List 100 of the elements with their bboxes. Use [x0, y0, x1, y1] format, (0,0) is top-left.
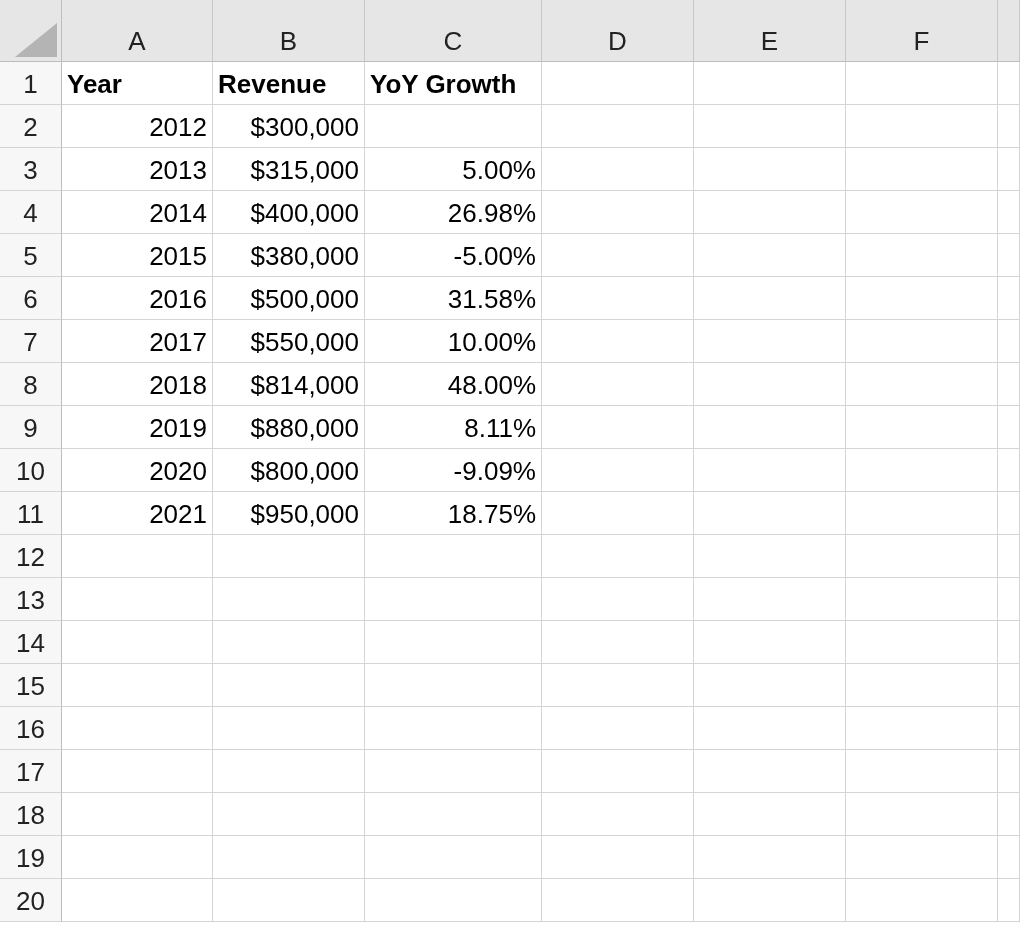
empty-cell[interactable]	[542, 578, 694, 621]
row-header[interactable]: 17	[0, 750, 62, 793]
empty-cell[interactable]	[694, 320, 846, 363]
empty-cell[interactable]	[213, 879, 365, 922]
empty-cell[interactable]	[694, 492, 846, 535]
empty-cell[interactable]	[213, 836, 365, 879]
row-header[interactable]: 8	[0, 363, 62, 406]
empty-cell[interactable]	[542, 879, 694, 922]
empty-cell[interactable]	[998, 836, 1020, 879]
column-header[interactable]: E	[694, 0, 846, 62]
empty-cell[interactable]	[694, 707, 846, 750]
empty-cell[interactable]	[846, 535, 998, 578]
row-header[interactable]: 10	[0, 449, 62, 492]
empty-cell[interactable]	[694, 836, 846, 879]
empty-cell[interactable]	[542, 707, 694, 750]
empty-cell[interactable]	[998, 105, 1020, 148]
empty-cell[interactable]	[694, 578, 846, 621]
empty-cell[interactable]	[998, 492, 1020, 535]
row-header[interactable]: 16	[0, 707, 62, 750]
empty-cell[interactable]	[694, 664, 846, 707]
column-header[interactable]: F	[846, 0, 998, 62]
empty-cell[interactable]	[542, 449, 694, 492]
empty-cell[interactable]	[542, 621, 694, 664]
row-header[interactable]: 14	[0, 621, 62, 664]
empty-cell[interactable]	[694, 234, 846, 277]
empty-cell[interactable]	[998, 664, 1020, 707]
empty-cell[interactable]	[998, 621, 1020, 664]
empty-cell[interactable]	[694, 277, 846, 320]
empty-cell[interactable]	[542, 320, 694, 363]
column-header[interactable]: A	[62, 0, 213, 62]
empty-cell[interactable]	[542, 406, 694, 449]
empty-cell[interactable]	[846, 406, 998, 449]
empty-cell[interactable]	[846, 363, 998, 406]
empty-cell[interactable]	[213, 750, 365, 793]
empty-cell[interactable]	[846, 836, 998, 879]
empty-cell[interactable]	[998, 707, 1020, 750]
column-header[interactable]: D	[542, 0, 694, 62]
empty-cell[interactable]	[998, 320, 1020, 363]
empty-cell[interactable]	[694, 621, 846, 664]
empty-cell[interactable]	[365, 664, 542, 707]
empty-cell[interactable]	[213, 621, 365, 664]
empty-cell[interactable]	[694, 62, 846, 105]
empty-cell[interactable]	[213, 578, 365, 621]
empty-cell[interactable]	[542, 105, 694, 148]
empty-cell[interactable]	[365, 578, 542, 621]
empty-cell[interactable]	[365, 621, 542, 664]
empty-cell[interactable]	[846, 105, 998, 148]
empty-cell[interactable]	[213, 535, 365, 578]
empty-cell[interactable]	[694, 535, 846, 578]
row-header[interactable]: 2	[0, 105, 62, 148]
empty-cell[interactable]	[998, 879, 1020, 922]
empty-cell[interactable]	[542, 535, 694, 578]
empty-cell[interactable]	[542, 277, 694, 320]
empty-cell[interactable]	[542, 664, 694, 707]
empty-cell[interactable]	[998, 191, 1020, 234]
empty-cell[interactable]	[213, 664, 365, 707]
row-header[interactable]: 20	[0, 879, 62, 922]
row-header[interactable]: 12	[0, 535, 62, 578]
empty-cell[interactable]	[542, 363, 694, 406]
empty-cell[interactable]	[846, 664, 998, 707]
row-header[interactable]: 4	[0, 191, 62, 234]
row-header[interactable]: 1	[0, 62, 62, 105]
empty-cell[interactable]	[365, 535, 542, 578]
empty-cell[interactable]	[694, 148, 846, 191]
column-header[interactable]: C	[365, 0, 542, 62]
empty-cell[interactable]	[694, 406, 846, 449]
row-header[interactable]: 5	[0, 234, 62, 277]
empty-cell[interactable]	[694, 363, 846, 406]
empty-cell[interactable]	[846, 578, 998, 621]
empty-cell[interactable]	[542, 836, 694, 879]
row-header[interactable]: 9	[0, 406, 62, 449]
empty-cell[interactable]	[694, 750, 846, 793]
empty-cell[interactable]	[998, 406, 1020, 449]
empty-cell[interactable]	[846, 621, 998, 664]
empty-cell[interactable]	[694, 793, 846, 836]
select-all-triangle-icon[interactable]	[15, 23, 57, 57]
empty-cell[interactable]	[846, 62, 998, 105]
column-header[interactable]: B	[213, 0, 365, 62]
row-header[interactable]: 6	[0, 277, 62, 320]
row-header[interactable]: 3	[0, 148, 62, 191]
empty-cell[interactable]	[365, 879, 542, 922]
empty-cell[interactable]	[365, 836, 542, 879]
empty-cell[interactable]	[998, 234, 1020, 277]
empty-cell[interactable]	[998, 363, 1020, 406]
empty-cell[interactable]	[694, 449, 846, 492]
empty-cell[interactable]	[998, 578, 1020, 621]
row-header[interactable]: 11	[0, 492, 62, 535]
empty-cell[interactable]	[542, 148, 694, 191]
empty-cell[interactable]	[542, 750, 694, 793]
empty-cell[interactable]	[846, 750, 998, 793]
empty-cell[interactable]	[846, 148, 998, 191]
empty-cell[interactable]	[846, 879, 998, 922]
empty-cell[interactable]	[998, 750, 1020, 793]
row-header[interactable]: 15	[0, 664, 62, 707]
empty-cell[interactable]	[846, 707, 998, 750]
empty-cell[interactable]	[365, 750, 542, 793]
empty-cell[interactable]	[846, 277, 998, 320]
empty-cell[interactable]	[846, 234, 998, 277]
row-header[interactable]: 19	[0, 836, 62, 879]
row-header[interactable]: 7	[0, 320, 62, 363]
